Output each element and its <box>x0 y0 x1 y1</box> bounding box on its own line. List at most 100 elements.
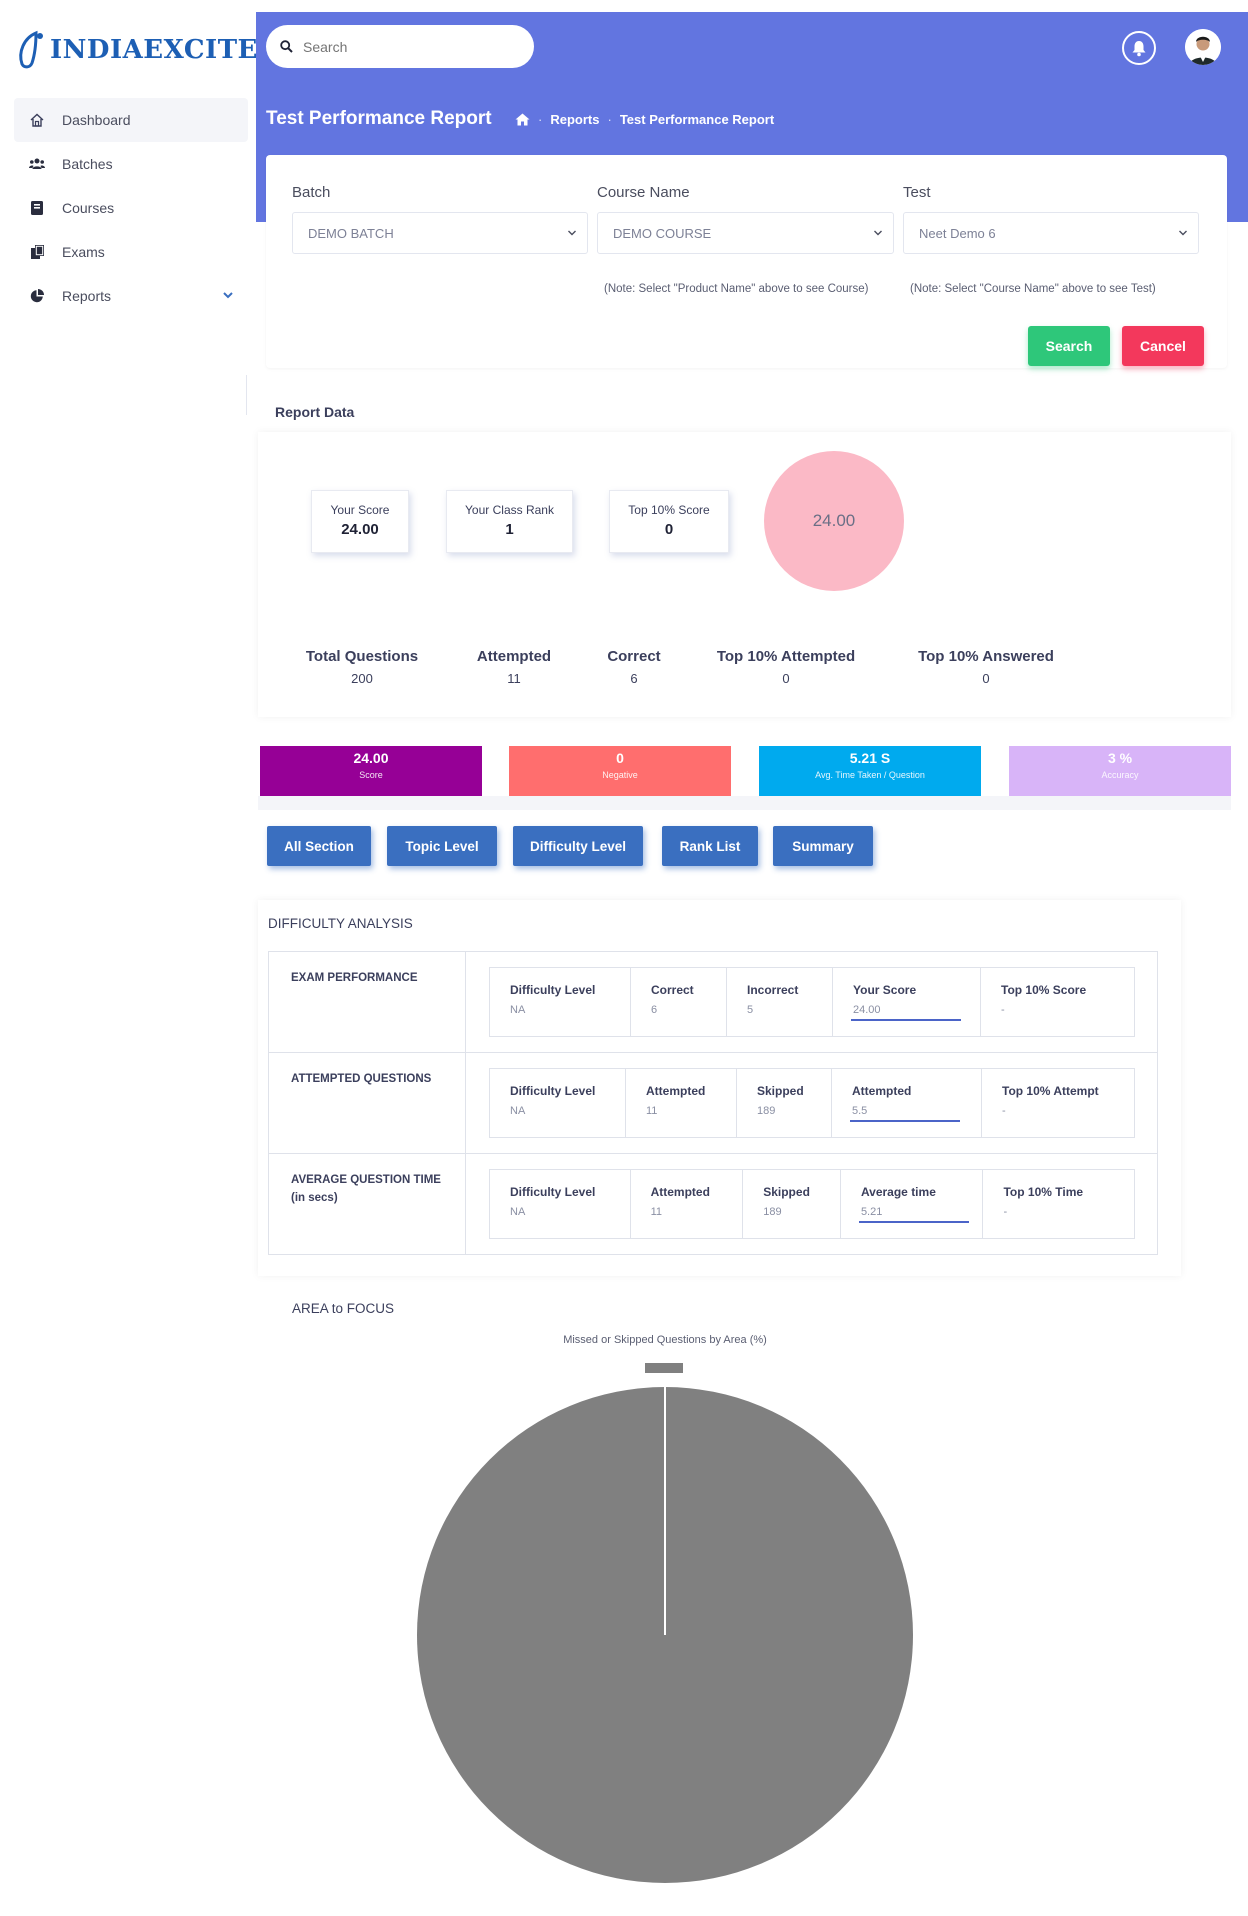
row-label: EXAM PERFORMANCE <box>291 972 418 984</box>
metric-head: Skipped <box>757 1084 804 1098</box>
area-to-focus-title: AREA to FOCUS <box>292 1301 395 1316</box>
batch-label: Batch <box>292 184 331 201</box>
legend-swatch[interactable] <box>645 1363 683 1373</box>
row-divider <box>465 1053 466 1153</box>
metric-head: Attempted <box>646 1084 706 1098</box>
test-select[interactable]: Neet Demo 6 <box>903 212 1199 254</box>
tile-negative: 0 Negative <box>509 746 731 796</box>
top10-score-card-label: Top 10% Score <box>628 503 710 517</box>
metric-head: Top 10% Time <box>1003 1185 1084 1199</box>
search-box[interactable] <box>266 25 534 68</box>
sidebar-item-batches[interactable]: Batches <box>14 142 248 186</box>
sidebar-item-reports[interactable]: Reports <box>14 274 248 318</box>
stat-value: 0 <box>782 671 790 686</box>
score-card: Your Score 24.00 <box>311 490 409 553</box>
breadcrumb-separator: · <box>607 112 612 127</box>
avatar-icon <box>1185 29 1221 65</box>
metric-value: - <box>1001 1004 1005 1016</box>
batch-select[interactable]: DEMO BATCH <box>292 212 588 254</box>
stat-value: 200 <box>351 671 373 686</box>
metric-head: Top 10% Score <box>1001 983 1087 997</box>
test-note: (Note: Select "Course Name" above to see… <box>910 283 1156 295</box>
logo-icon <box>19 30 43 69</box>
metric-head: Difficulty Level <box>510 983 596 997</box>
metric-head: Attempted <box>650 1185 710 1199</box>
difficulty-row-attempted-questions: ATTEMPTED QUESTIONS Difficulty Level NA … <box>269 1053 1157 1154</box>
sidebar-item-dashboard[interactable]: Dashboard <box>14 98 248 142</box>
tile-label: Avg. Time Taken / Question <box>815 770 925 780</box>
chart-title: Missed or Skipped Questions by Area (%) <box>563 1334 767 1346</box>
sidebar-divider <box>246 375 247 415</box>
row-metrics: Difficulty Level NA Attempted 11 Skipped… <box>489 1169 1135 1239</box>
breadcrumb: · Reports · Test Performance Report <box>515 112 774 127</box>
bell-icon <box>1132 40 1146 56</box>
metric-cell: Average time 5.21 <box>841 1170 984 1238</box>
row-metrics: Difficulty Level NA Correct 6 Incorrect … <box>489 967 1135 1037</box>
sidebar-item-courses[interactable]: Courses <box>14 186 248 230</box>
chevron-down-icon <box>874 230 882 236</box>
search-button[interactable]: Search <box>1028 326 1110 366</box>
tab-rank-list[interactable]: Rank List <box>662 826 758 866</box>
metric-cell: Your Score 24.00 <box>833 968 981 1036</box>
course-label: Course Name <box>597 184 690 201</box>
logo-text: INDIAEXCITE <box>50 35 258 65</box>
breadcrumb-item-reports[interactable]: Reports <box>550 112 599 127</box>
row-label-main: AVERAGE QUESTION TIME <box>291 1174 441 1186</box>
test-select-value: Neet Demo 6 <box>919 225 996 241</box>
stat-label: Top 10% Attempted <box>716 648 856 665</box>
search-input[interactable] <box>303 38 503 55</box>
sidebar-item-label: Dashboard <box>62 112 131 128</box>
tile-value: 5.21 S <box>849 750 891 766</box>
metric-head: Your Score <box>853 983 917 997</box>
difficulty-row-average-question-time: AVERAGE QUESTION TIME (in secs) Difficul… <box>269 1154 1157 1255</box>
cancel-button[interactable]: Cancel <box>1122 326 1204 366</box>
chevron-down-icon[interactable] <box>222 289 234 301</box>
metric-cell: Top 10% Time - <box>983 1170 1134 1238</box>
metric-head: Difficulty Level <box>510 1185 596 1199</box>
home-icon[interactable] <box>515 113 530 126</box>
sidebar-item-exams[interactable]: Exams <box>14 230 248 274</box>
course-select[interactable]: DEMO COURSE <box>597 212 894 254</box>
tab-all-section[interactable]: All Section <box>267 826 371 866</box>
metric-value: 6 <box>651 1004 658 1016</box>
breadcrumb-separator: · <box>538 112 543 127</box>
metric-cell: Incorrect 5 <box>727 968 833 1036</box>
stat-value: 0 <box>982 671 990 686</box>
metric-cell: Difficulty Level NA <box>490 1069 626 1137</box>
score-circle: 24.00 <box>764 451 904 591</box>
difficulty-table: EXAM PERFORMANCE Difficulty Level NA Cor… <box>268 951 1158 1255</box>
notifications-button[interactable] <box>1122 31 1156 65</box>
tile-value: 24.00 <box>353 750 389 766</box>
class-rank-card-label: Your Class Rank <box>465 503 554 517</box>
chevron-down-icon <box>568 230 576 236</box>
pie-chart-icon <box>28 287 46 305</box>
sidebar-item-label: Courses <box>62 200 115 216</box>
tab-topic-level[interactable]: Topic Level <box>387 826 497 866</box>
metric-cell: Difficulty Level NA <box>490 1170 631 1238</box>
book-icon <box>28 199 46 217</box>
class-rank-card-value: 1 <box>505 521 514 538</box>
stat-attempted: Attempted 11 <box>462 648 566 686</box>
metric-cell: Skipped 189 <box>743 1170 841 1238</box>
metric-head: Incorrect <box>747 983 799 997</box>
sidebar: INDIAEXCITE Dashboard Batches Courses Ex… <box>0 0 258 1916</box>
row-metrics: Difficulty Level NA Attempted 11 Skipped… <box>489 1068 1135 1138</box>
user-avatar[interactable] <box>1185 29 1221 65</box>
stat-value: 6 <box>630 671 638 686</box>
metric-cell: Top 10% Score - <box>981 968 1134 1036</box>
stat-top10-attempted: Top 10% Attempted 0 <box>706 648 866 686</box>
tab-difficulty-level[interactable]: Difficulty Level <box>513 826 643 866</box>
chevron-down-icon <box>1179 230 1187 236</box>
metric-value: NA <box>510 1004 526 1016</box>
stat-label: Attempted <box>476 648 552 665</box>
app-logo[interactable]: INDIAEXCITE <box>16 28 258 72</box>
tile-accuracy: 3 % Accuracy <box>1009 746 1231 796</box>
metric-value: 5.21 <box>860 1206 883 1218</box>
tile-value: 3 % <box>1107 750 1133 766</box>
stat-value: 11 <box>507 671 521 686</box>
metric-value: 24.00 <box>853 1004 881 1016</box>
tile-label: Negative <box>602 770 638 780</box>
metric-value: 5 <box>747 1004 754 1016</box>
tab-summary[interactable]: Summary <box>773 826 873 866</box>
tile-label: Accuracy <box>1101 770 1139 780</box>
